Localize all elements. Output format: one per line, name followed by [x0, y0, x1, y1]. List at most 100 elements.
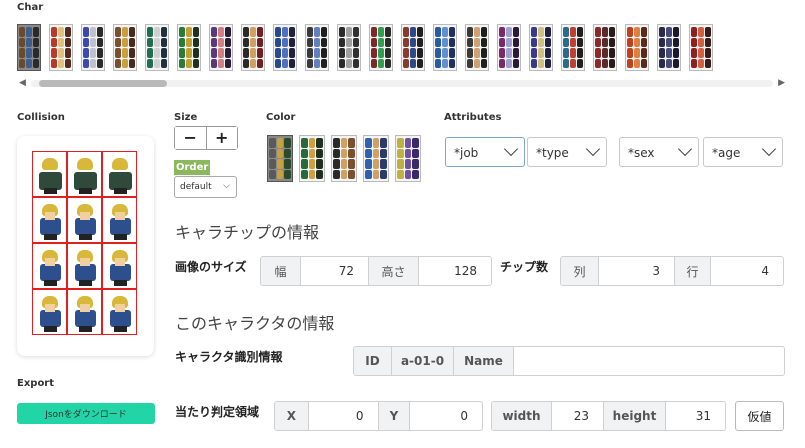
hit-width-field[interactable]: 23	[552, 402, 604, 430]
attr-select-type-value: *type	[536, 146, 569, 160]
char-thumbnail[interactable]	[433, 24, 457, 71]
image-size-label: 画像のサイズ	[175, 260, 247, 274]
char-thumbnail[interactable]	[113, 24, 137, 71]
collision-cell[interactable]	[32, 151, 67, 197]
attr-select-age-value: *age	[712, 146, 741, 160]
attributes-section-label: Attributes	[444, 112, 502, 123]
collision-preview-card	[17, 136, 154, 356]
height-addon: 高さ	[369, 257, 419, 285]
image-size-group: 幅 72 高さ 128	[260, 256, 492, 286]
rows-field[interactable]: 4	[711, 257, 783, 285]
collision-cell[interactable]	[67, 151, 102, 197]
collision-cell[interactable]	[102, 151, 137, 197]
y-addon: Y	[378, 402, 411, 430]
attr-select-sex-value: *sex	[628, 146, 655, 160]
hit-size-group: width 23 height 31	[491, 401, 726, 431]
cols-addon: 列	[561, 257, 599, 285]
color-variant-thumbnail[interactable]	[299, 135, 325, 182]
char-thumbnail[interactable]	[273, 24, 297, 71]
hit-xy-group: X 0 Y 0	[274, 401, 483, 431]
char-thumbnail[interactable]	[17, 24, 41, 71]
char-thumbnail[interactable]	[401, 24, 425, 71]
collision-cell[interactable]	[102, 289, 137, 335]
hit-x-field[interactable]: 0	[309, 402, 379, 430]
chip-count-label: チップ数	[500, 260, 549, 274]
color-variant-thumbnail[interactable]	[267, 135, 293, 182]
char-thumbnail[interactable]	[337, 24, 361, 71]
color-variant-row	[267, 135, 421, 182]
char-id-group: ID a-01-0 Name	[353, 346, 785, 376]
name-field[interactable]	[514, 347, 784, 375]
char-thumbnail[interactable]	[497, 24, 521, 71]
char-thumbnail[interactable]	[177, 24, 201, 71]
collision-section-label: Collision	[17, 112, 65, 123]
hit-y-field[interactable]: 0	[410, 402, 482, 430]
image-height-field[interactable]: 128	[419, 257, 491, 285]
char-thumbnail[interactable]	[241, 24, 265, 71]
size-decrease-button[interactable]: −	[175, 127, 207, 149]
char-thumbnail[interactable]	[689, 24, 713, 71]
char-thumbnail[interactable]	[369, 24, 393, 71]
download-json-button[interactable]: Jsonをダウンロード	[17, 403, 155, 424]
name-addon: Name	[454, 347, 514, 375]
hit-height-field[interactable]: 31	[666, 402, 725, 430]
order-label: Order	[174, 160, 211, 175]
char-thumbnail[interactable]	[49, 24, 73, 71]
char-strip-scrollbar[interactable]: ◀ ▶	[17, 78, 787, 89]
scroll-thumb[interactable]	[39, 80, 167, 87]
width-addon: 幅	[261, 257, 301, 285]
scroll-right-arrow-icon[interactable]: ▶	[778, 78, 785, 89]
attr-select-age[interactable]: *age	[703, 137, 783, 167]
size-stepper: − +	[174, 126, 238, 150]
color-variant-thumbnail[interactable]	[331, 135, 357, 182]
collision-cell[interactable]	[102, 197, 137, 243]
char-thumbnail[interactable]	[593, 24, 617, 71]
char-thumbnail[interactable]	[529, 24, 553, 71]
export-section-label: Export	[17, 378, 55, 389]
char-thumbnail[interactable]	[657, 24, 681, 71]
color-variant-thumbnail[interactable]	[395, 135, 421, 182]
char-thumbnail-strip[interactable]	[17, 24, 787, 72]
collision-cell[interactable]	[32, 289, 67, 335]
char-thumbnail[interactable]	[561, 24, 585, 71]
chip-info-heading: キャラチップの情報	[175, 223, 320, 242]
collision-cell[interactable]	[32, 197, 67, 243]
char-info-heading: このキャラクタの情報	[175, 314, 335, 333]
chevron-down-icon	[585, 141, 601, 157]
char-thumbnail[interactable]	[81, 24, 105, 71]
attr-select-job[interactable]: *job	[445, 137, 525, 167]
color-variant-thumbnail[interactable]	[363, 135, 389, 182]
collision-cell[interactable]	[67, 197, 102, 243]
scroll-left-arrow-icon[interactable]: ◀	[19, 78, 26, 89]
order-select[interactable]: default ⌵	[174, 176, 237, 198]
collision-cell[interactable]	[67, 289, 102, 335]
chevron-down-icon	[761, 141, 777, 157]
hit-area-label: 当たり判定領域	[175, 405, 260, 419]
collision-cell[interactable]	[32, 243, 67, 289]
attr-select-type[interactable]: *type	[527, 137, 607, 167]
char-thumbnail[interactable]	[625, 24, 649, 71]
char-section-label: Char	[17, 2, 44, 13]
char-thumbnail[interactable]	[305, 24, 329, 71]
char-thumbnail[interactable]	[465, 24, 489, 71]
id-value: a-01-0	[392, 347, 454, 375]
height-addon: height	[604, 402, 666, 430]
chevron-down-icon	[503, 141, 519, 157]
color-section-label: Color	[266, 112, 296, 123]
size-increase-button[interactable]: +	[206, 127, 237, 149]
image-width-field[interactable]: 72	[301, 257, 369, 285]
char-thumbnail[interactable]	[145, 24, 169, 71]
collision-cell[interactable]	[102, 243, 137, 289]
x-addon: X	[275, 402, 309, 430]
chevron-down-icon: ⌵	[223, 181, 230, 191]
attr-select-sex[interactable]: *sex	[619, 137, 699, 167]
cols-field[interactable]: 3	[599, 257, 675, 285]
collision-grid[interactable]	[32, 151, 137, 335]
char-id-label: キャラクタ識別情報	[175, 350, 283, 364]
collision-cell[interactable]	[67, 243, 102, 289]
provisional-value-button[interactable]: 仮値	[735, 401, 784, 431]
char-thumbnail[interactable]	[209, 24, 233, 71]
id-addon: ID	[354, 347, 392, 375]
chip-count-group: 列 3 行 4	[560, 256, 784, 286]
width-addon: width	[492, 402, 552, 430]
